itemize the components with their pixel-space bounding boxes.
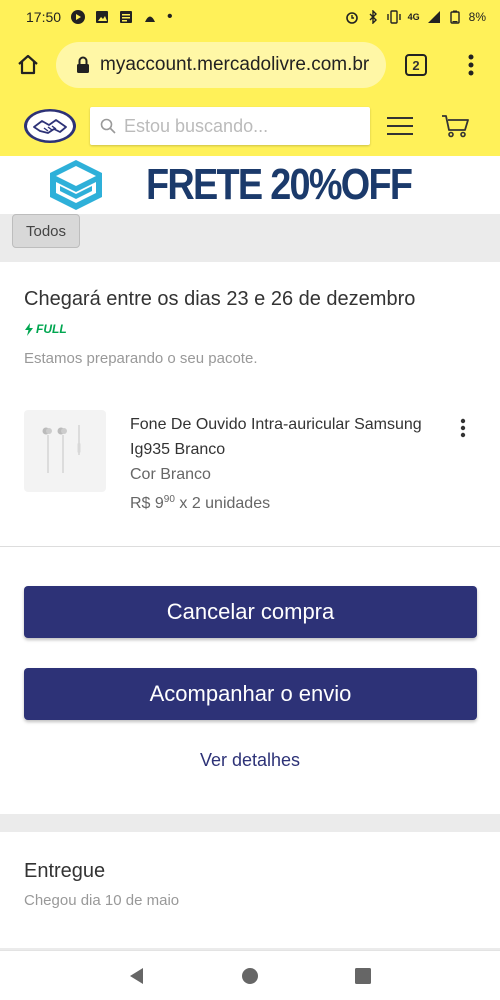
- vibrate-icon: [386, 10, 401, 24]
- promo-banner[interactable]: FRETE 20%OFF: [0, 156, 500, 214]
- price-cents: 90: [163, 494, 175, 505]
- lock-icon: [72, 56, 94, 74]
- product-info[interactable]: Fone De Ouvido Intra-auricular Samsung I…: [130, 412, 430, 516]
- view-details-link[interactable]: Ver detalhes: [0, 750, 500, 771]
- price-main: R$ 9: [130, 495, 164, 512]
- more-vertical-icon: [460, 418, 466, 438]
- site-header: Estou buscando...: [0, 96, 500, 156]
- delivered-date: Chegou dia 10 de maio: [24, 892, 180, 909]
- app-notification-icon: [145, 16, 156, 22]
- status-time: 17:50: [26, 9, 62, 25]
- full-badge: FULL: [24, 322, 67, 336]
- track-shipment-button[interactable]: Acompanhar o envio: [24, 668, 477, 720]
- product-price: R$ 990 x 2 unidades: [130, 487, 430, 516]
- notification-dot-icon: •: [167, 8, 173, 25]
- search-input[interactable]: Estou buscando...: [90, 107, 370, 145]
- tab-count: 2: [405, 54, 427, 76]
- cart-button[interactable]: [430, 96, 480, 156]
- full-badge-label: FULL: [36, 322, 67, 336]
- search-placeholder: Estou buscando...: [124, 115, 269, 136]
- product-color: Cor Branco: [130, 466, 211, 483]
- banner-text: FRETE 20%OFF: [145, 160, 413, 209]
- handshake-logo-icon: [24, 109, 76, 143]
- filter-bar: Todos: [0, 214, 500, 260]
- hamburger-icon: [387, 117, 413, 135]
- play-icon: [71, 10, 86, 24]
- battery-icon: [449, 10, 460, 24]
- earphones-image: [42, 425, 81, 473]
- url-text: myaccount.mercadolivre.com.br: [100, 54, 370, 75]
- status-bar: 17:50 • 4G 8%: [0, 0, 500, 34]
- recents-icon[interactable]: [353, 966, 373, 986]
- home-icon: [18, 54, 38, 75]
- battery-percent: 8%: [468, 10, 486, 24]
- home-button[interactable]: [0, 34, 56, 96]
- tab-switcher-button[interactable]: 2: [386, 34, 446, 96]
- bluetooth-icon: [369, 10, 377, 24]
- home-nav-icon[interactable]: [240, 966, 260, 986]
- price-quantity: x 2 unidades: [174, 495, 271, 512]
- delivery-estimate: Chegará entre os dias 23 e 26 de dezembr…: [24, 288, 416, 310]
- divider: [0, 546, 500, 547]
- delivered-title: Entregue: [24, 860, 106, 882]
- filter-chip-all[interactable]: Todos: [12, 214, 80, 248]
- alarm-icon: [345, 12, 358, 24]
- more-vertical-icon: [468, 54, 474, 76]
- back-icon[interactable]: [127, 966, 147, 986]
- box-logo-icon: [49, 160, 102, 210]
- message-icon: [120, 11, 133, 23]
- product-image[interactable]: [24, 410, 106, 492]
- signal-icon: [427, 11, 440, 23]
- system-navigation-bar: [0, 950, 500, 1000]
- lightning-icon: [25, 322, 33, 336]
- order-card: Chegará entre os dias 23 e 26 de dezembr…: [0, 262, 500, 814]
- cart-icon: [442, 115, 469, 138]
- network-type: 4G: [407, 12, 420, 22]
- mercadolivre-logo[interactable]: [0, 96, 100, 156]
- browser-menu-button[interactable]: [446, 34, 496, 96]
- delivered-order-card[interactable]: Entregue Chegou dia 10 de maio: [0, 832, 500, 948]
- product-options-button[interactable]: [452, 414, 474, 442]
- image-icon: [96, 11, 109, 23]
- shipment-status: Estamos preparando o seu pacote.: [24, 350, 258, 367]
- search-icon: [100, 118, 116, 134]
- cancel-purchase-button[interactable]: Cancelar compra: [24, 586, 477, 638]
- menu-button[interactable]: [370, 96, 430, 156]
- browser-toolbar: myaccount.mercadolivre.com.br 2: [0, 34, 500, 96]
- url-bar[interactable]: myaccount.mercadolivre.com.br: [56, 42, 386, 88]
- product-name: Fone De Ouvido Intra-auricular Samsung I…: [130, 416, 422, 458]
